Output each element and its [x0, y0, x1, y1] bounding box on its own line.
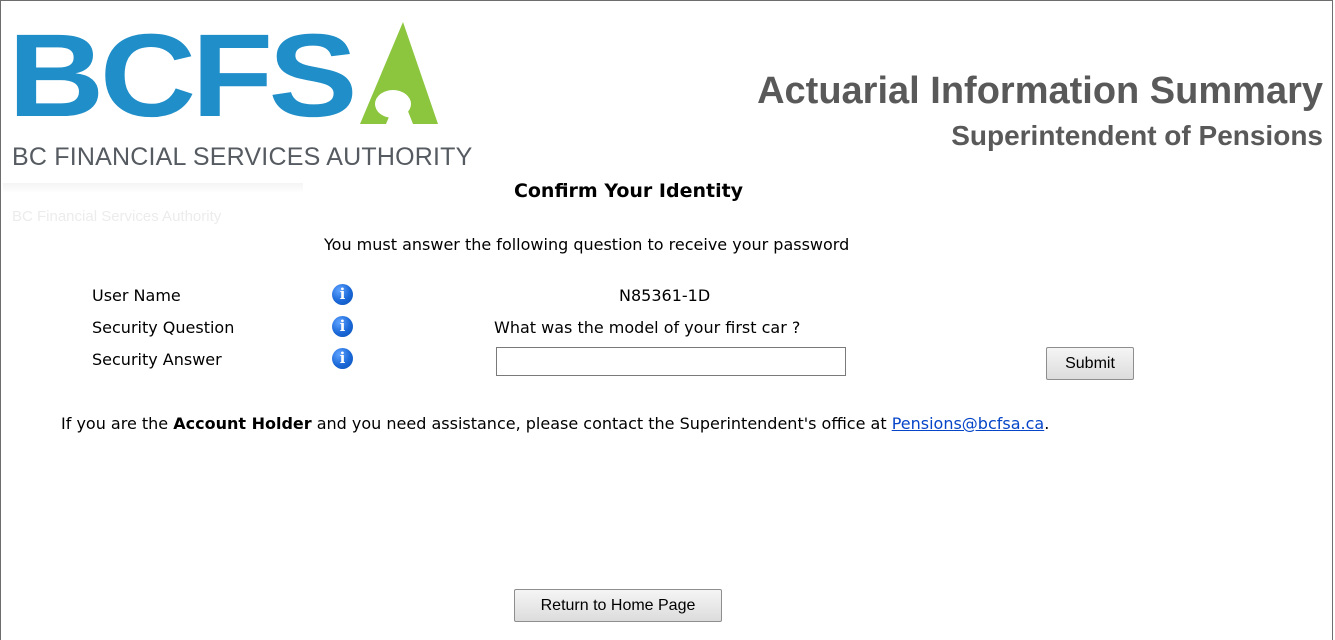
security-answer-input[interactable]: [496, 347, 846, 376]
page-title: Actuarial Information Summary: [757, 70, 1323, 112]
page-subtitle: Superintendent of Pensions: [951, 120, 1323, 151]
return-home-button[interactable]: Return to Home Page: [514, 589, 722, 622]
submit-button[interactable]: Submit: [1046, 347, 1134, 380]
info-icon[interactable]: i: [332, 284, 353, 305]
help-text: If you are the Account Holder and you ne…: [61, 414, 1049, 433]
security-question-label: Security Question: [92, 318, 235, 337]
email-link[interactable]: Pensions@bcfsa.ca: [892, 414, 1045, 433]
form-heading: Confirm Your Identity: [513, 180, 744, 202]
help-suffix: .: [1044, 414, 1050, 433]
logo-a-mark: [360, 22, 438, 124]
help-middle: and you need assistance, please contact …: [311, 414, 892, 433]
user-name-value: N85361-1D: [619, 286, 711, 305]
help-bold: Account Holder: [173, 414, 312, 433]
help-prefix: If you are the: [61, 414, 174, 433]
faint-brand-text: BC Financial Services Authority: [12, 208, 222, 225]
security-question-value: What was the model of your first car ?: [494, 318, 801, 337]
security-answer-label: Security Answer: [92, 350, 222, 369]
info-icon[interactable]: i: [332, 316, 353, 337]
logo-text: BCFS: [8, 16, 353, 126]
info-icon[interactable]: i: [332, 348, 353, 369]
logo-subtitle: BC FINANCIAL SERVICES AUTHORITY: [12, 143, 473, 171]
user-name-label: User Name: [92, 286, 181, 305]
bcfsa-logo: BCFS: [8, 16, 438, 126]
form-instruction: You must answer the following question t…: [324, 235, 850, 254]
